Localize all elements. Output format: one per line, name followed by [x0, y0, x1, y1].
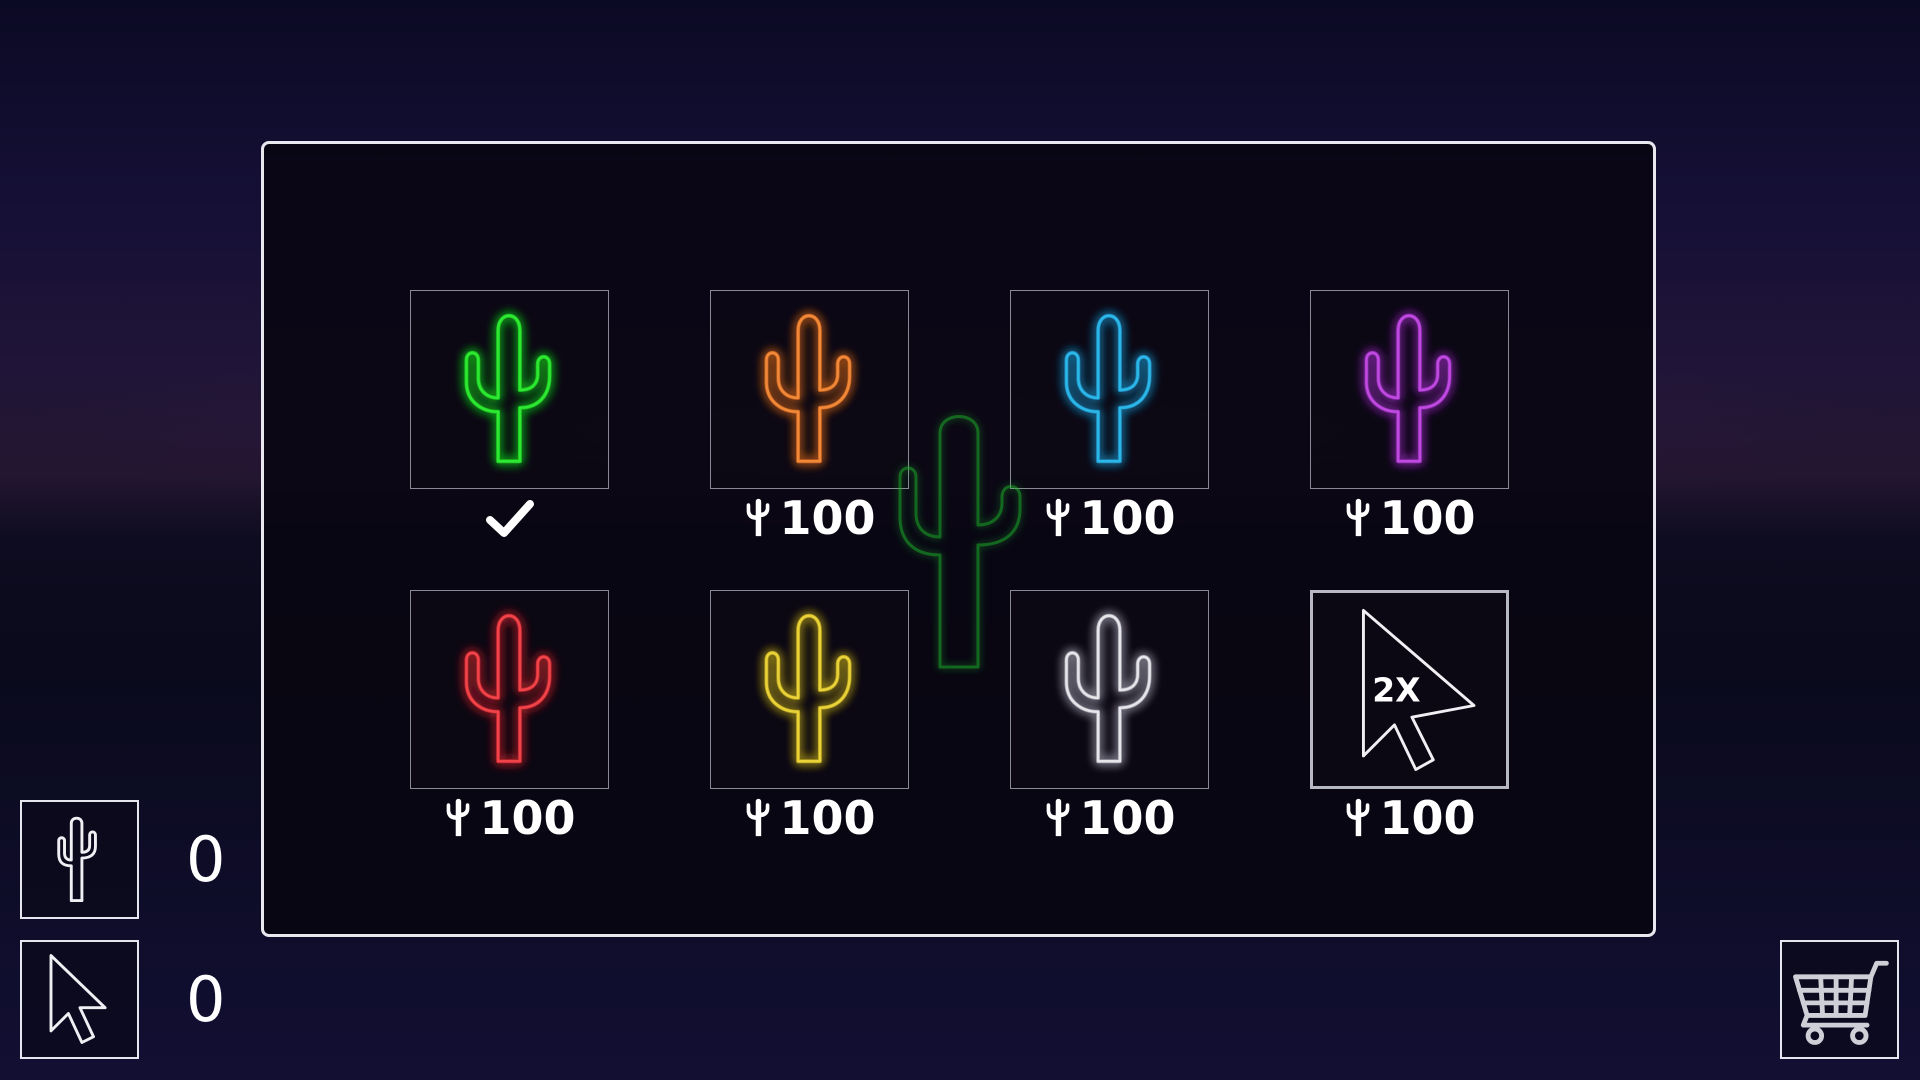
clicks-counter-icon-box	[20, 940, 139, 1059]
cursor-icon	[49, 954, 107, 1044]
cactus-icon	[764, 613, 852, 764]
item-price: 100	[710, 788, 909, 848]
cactus-counter-icon-box	[20, 800, 139, 919]
cactus-icon	[464, 313, 552, 464]
cactus-icon	[464, 613, 552, 764]
item-price: 100	[1010, 788, 1209, 848]
cactus-coin-icon	[1347, 498, 1370, 537]
cactus-coin-icon	[1047, 798, 1070, 837]
shop-item-cactus-skin[interactable]	[1310, 290, 1509, 489]
shop-item-double-click-powerup[interactable]: 2X	[1310, 590, 1509, 789]
powerup-multiplier-label: 2X	[1372, 671, 1420, 710]
cactus-coin-icon	[447, 798, 470, 837]
item-price-value: 100	[479, 791, 576, 845]
check-icon	[485, 500, 534, 537]
cactus-coin-icon	[747, 498, 770, 537]
shop-item-cactus-skin[interactable]	[710, 290, 909, 489]
cactus-coin-icon	[1047, 498, 1070, 537]
shop-item-cactus-skin[interactable]	[1010, 590, 1209, 789]
cactus-icon	[1064, 313, 1152, 464]
item-price-value: 100	[779, 491, 876, 545]
owned-indicator	[410, 488, 609, 548]
cactus-coin-icon	[747, 798, 770, 837]
shop-item-cactus-skin[interactable]	[710, 590, 909, 789]
item-price: 100	[1310, 788, 1509, 848]
item-price: 100	[1310, 488, 1509, 548]
cursor-icon: 2X	[1361, 609, 1476, 771]
item-price-value: 100	[1379, 791, 1476, 845]
cactus-icon	[57, 816, 97, 903]
cactus-icon	[1064, 613, 1152, 764]
item-price-value: 100	[1379, 491, 1476, 545]
clicks-count: 0	[186, 963, 226, 1036]
item-price: 100	[410, 788, 609, 848]
shopping-cart-icon	[1793, 960, 1889, 1045]
shop-item-cactus-skin[interactable]	[410, 290, 609, 489]
shop-item-cactus-skin[interactable]	[1010, 290, 1209, 489]
item-price-value: 100	[1079, 491, 1176, 545]
cactus-coin-icon	[1347, 798, 1370, 837]
shop-item-cactus-skin[interactable]	[410, 590, 609, 789]
cactus-icon	[1364, 313, 1452, 464]
shop-cart-button[interactable]	[1780, 940, 1899, 1059]
item-price: 100	[1010, 488, 1209, 548]
item-price: 100	[710, 488, 909, 548]
item-price-value: 100	[779, 791, 876, 845]
cactus-icon	[764, 313, 852, 464]
item-price-value: 100	[1079, 791, 1176, 845]
cactus-count: 0	[186, 823, 226, 896]
